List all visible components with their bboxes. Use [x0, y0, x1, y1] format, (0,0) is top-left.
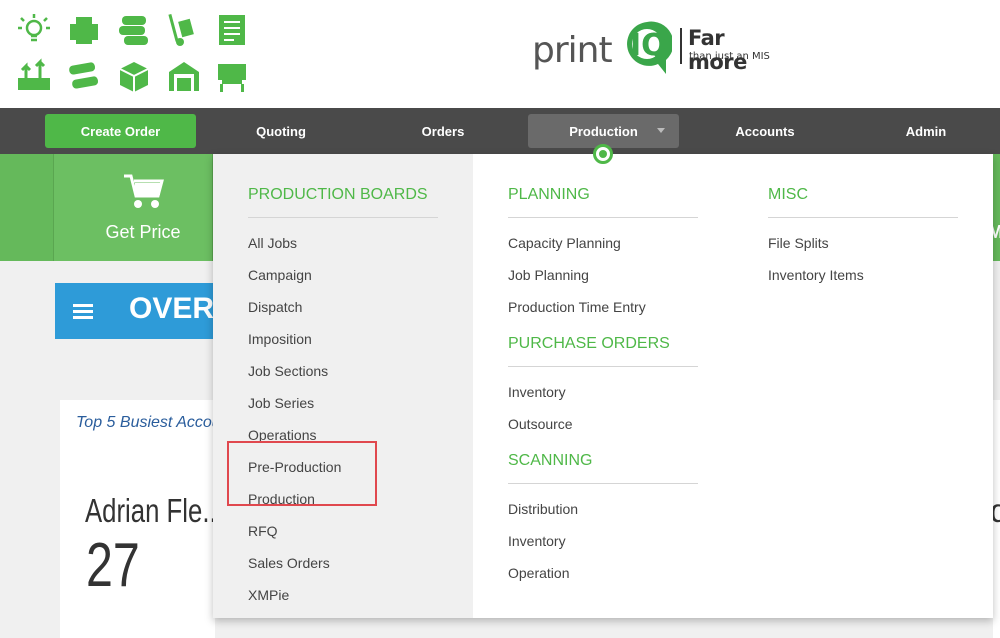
get-price-label: Get Price	[105, 222, 181, 242]
job-sheet-icon[interactable]	[212, 10, 252, 50]
cart-icon	[124, 174, 164, 208]
menu-item-planning-production-time-entry[interactable]: Production Time Entry	[508, 291, 698, 323]
production-boards-heading: PRODUCTION BOARDS	[248, 184, 438, 218]
production-boards-column: PRODUCTION BOARDS All Jobs Campaign Dispat…	[248, 184, 438, 621]
idea-icon[interactable]	[14, 10, 54, 50]
misc-heading: MISC	[768, 184, 958, 218]
menu-item-production-boards-job-sections[interactable]: Job Sections	[248, 355, 438, 387]
menu-item-production-boards-sales-orders[interactable]: Sales Orders	[248, 547, 438, 579]
menu-item-production-boards-operations[interactable]: Operations	[248, 419, 438, 451]
menu-item-production-boards-dispatch[interactable]: Dispatch	[248, 291, 438, 323]
active-menu-indicator-icon	[593, 144, 613, 164]
box-icon[interactable]	[114, 56, 154, 96]
menu-item-purchase-orders-inventory[interactable]: Inventory	[508, 376, 698, 408]
nav-accounts[interactable]: Accounts	[704, 114, 826, 148]
menu-item-production-boards-xmpie[interactable]: XMPie	[248, 579, 438, 611]
menu-item-purchase-orders-outsource[interactable]: Outsource	[508, 408, 698, 440]
menu-item-planning-capacity-planning[interactable]: Capacity Planning	[508, 227, 698, 259]
large-printer-icon[interactable]	[212, 56, 252, 96]
nav-quoting[interactable]: Quoting	[220, 114, 342, 148]
nav-production-label: Production	[569, 123, 638, 139]
logo-tagline-main: Far more	[688, 26, 747, 74]
scanning-heading: SCANNING	[508, 450, 698, 484]
printer-icon[interactable]	[64, 10, 104, 50]
warehouse-icon[interactable]	[164, 56, 204, 96]
main-nav: Create Order Quoting Orders Production A…	[0, 108, 1000, 154]
account-name: Adrian Fle...	[85, 492, 224, 529]
printiq-logo[interactable]: print IQ Far more than just an MIS	[530, 16, 780, 80]
logo-brand-mark: IQ	[630, 28, 667, 63]
nav-orders[interactable]: Orders	[382, 114, 504, 148]
nav-production[interactable]: Production	[528, 114, 679, 148]
logo-brand-text: print	[532, 30, 613, 71]
logo-tagline-sub: than just an MIS	[689, 51, 770, 62]
menu-item-misc-file-splits[interactable]: File Splits	[768, 227, 958, 259]
menu-item-scanning-inventory[interactable]: Inventory	[508, 525, 698, 557]
logo-divider	[680, 28, 682, 64]
menu-item-scanning-distribution[interactable]: Distribution	[508, 493, 698, 525]
menu-item-production-boards-production[interactable]: Production	[248, 483, 438, 515]
menu-item-production-boards-rfq[interactable]: RFQ	[248, 515, 438, 547]
menu-item-production-boards-pre-production[interactable]: Pre-Production	[248, 451, 438, 483]
purchase-orders-heading: PURCHASE ORDERS	[508, 333, 698, 367]
menu-item-production-boards-job-series[interactable]: Job Series	[248, 387, 438, 419]
hand-truck-icon[interactable]	[164, 10, 204, 50]
menu-item-misc-inventory-items[interactable]: Inventory Items	[768, 259, 958, 291]
production-mega-menu: PRODUCTION BOARDS All Jobs Campaign Dispat…	[213, 154, 993, 618]
menu-item-production-boards-imposition[interactable]: Imposition	[248, 323, 438, 355]
menu-item-production-boards-campaign[interactable]: Campaign	[248, 259, 438, 291]
nav-admin[interactable]: Admin	[865, 114, 987, 148]
menu-item-scanning-operation[interactable]: Operation	[508, 557, 698, 589]
paper-rolls-icon[interactable]	[114, 10, 154, 50]
materials-icon[interactable]	[64, 56, 104, 96]
planning-column: PLANNING Capacity Planning Job Planning Pr…	[508, 184, 698, 599]
menu-item-production-boards-all-jobs[interactable]: All Jobs	[248, 227, 438, 259]
create-order-button[interactable]: Create Order	[45, 114, 196, 148]
hamburger-menu-icon[interactable]	[73, 304, 93, 320]
dispatch-icon[interactable]	[14, 56, 54, 96]
planning-heading: PLANNING	[508, 184, 698, 218]
misc-column: MISC File Splits Inventory Items	[768, 184, 958, 301]
chevron-down-icon	[657, 128, 665, 133]
menu-item-planning-job-planning[interactable]: Job Planning	[508, 259, 698, 291]
account-count: 27	[86, 531, 140, 600]
header: print IQ Far more than just an MIS	[0, 0, 1000, 108]
